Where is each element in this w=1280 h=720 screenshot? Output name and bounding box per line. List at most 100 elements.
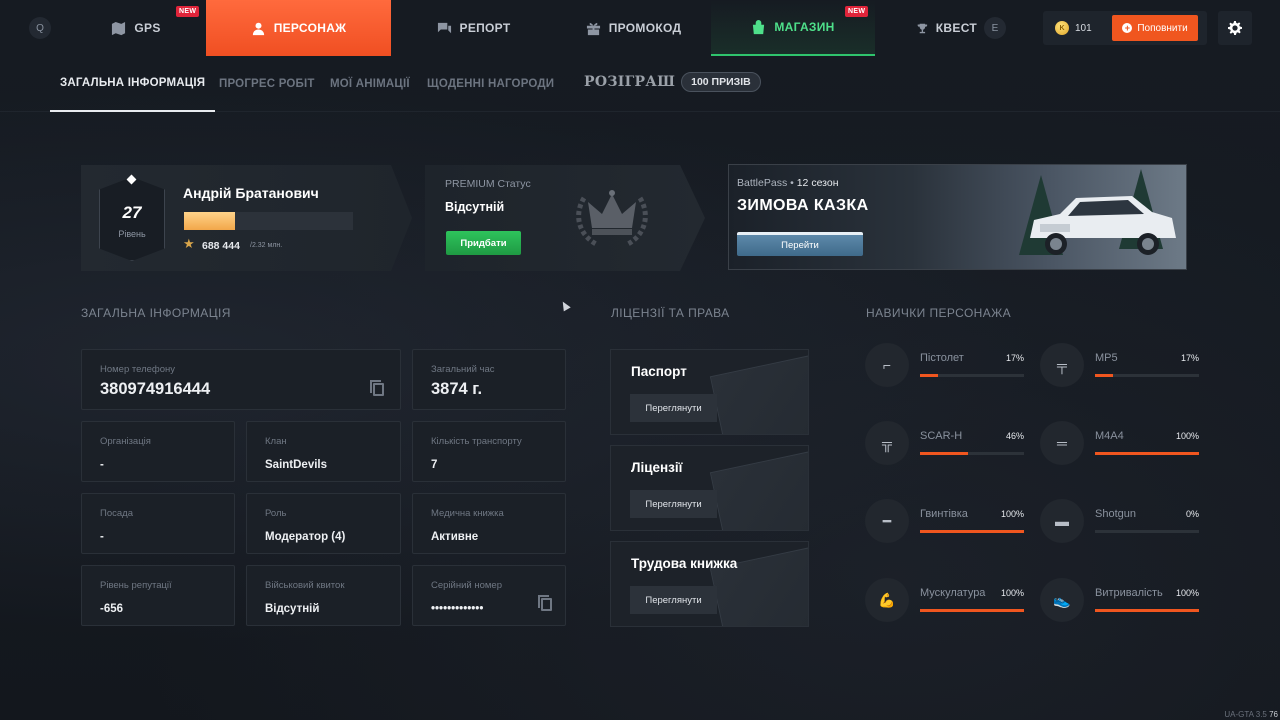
- tab-character-label: ПЕРСОНАЖ: [273, 21, 347, 35]
- level-value: 27: [122, 203, 142, 222]
- tab-promocode-label: ПРОМОКОД: [608, 21, 682, 35]
- tab-promocode[interactable]: ПРОМОКОД: [556, 0, 711, 56]
- clan-card: Клан SaintDevils: [246, 421, 401, 482]
- settings-button[interactable]: [1218, 11, 1252, 45]
- xp-value: 688 444: [202, 240, 240, 252]
- level-caption: Рівень: [118, 229, 146, 239]
- phone-card: Номер телефону 380974916444: [81, 349, 401, 410]
- battlepass-go-button[interactable]: Перейти: [737, 232, 863, 256]
- vehicles-label: Кількість транспорту: [431, 436, 522, 447]
- skill-name: Shotgun: [1095, 508, 1136, 520]
- total-time-value: 3874 г.: [431, 380, 483, 398]
- key-hint-e: E: [984, 17, 1006, 39]
- view-employment-book-button[interactable]: Переглянути: [630, 586, 717, 614]
- sniper-icon: ━: [865, 499, 909, 543]
- passport-title: Паспорт: [631, 364, 687, 379]
- skill-percent: 46%: [1005, 431, 1024, 441]
- military-value: Відсутній: [265, 603, 320, 615]
- tab-report-label: РЕПОРТ: [459, 21, 511, 35]
- skill-name: M4A4: [1095, 430, 1124, 442]
- tab-quests[interactable]: КВЕСТ: [905, 0, 977, 56]
- new-badge: NEW: [845, 6, 869, 17]
- skill-progress-bar: [1095, 374, 1199, 377]
- subtab-general-info[interactable]: ЗАГАЛЬНА ІНФОРМАЦІЯ: [50, 56, 216, 112]
- medbook-value: Активне: [431, 531, 479, 543]
- tab-shop[interactable]: МАГАЗИН NEW: [711, 0, 875, 56]
- skill-progress-bar: [920, 374, 1024, 377]
- tab-quests-label: КВЕСТ: [935, 21, 977, 35]
- organization-label: Організація: [100, 436, 151, 447]
- military-card: Військовий квиток Відсутній: [246, 565, 401, 626]
- muscle-icon: 💪: [865, 578, 909, 622]
- role-card: Роль Модератор (4): [246, 493, 401, 554]
- subtab-daily-rewards[interactable]: ЩОДЕННІ НАГОРОДИ: [427, 56, 554, 112]
- tab-gps[interactable]: GPS NEW: [66, 0, 206, 56]
- battlepass-title: ЗИМОВА КАЗКА: [737, 197, 869, 214]
- balance-box: K 101 + Поповнити: [1043, 11, 1207, 45]
- plus-icon: +: [1122, 23, 1133, 33]
- skill-progress-bar: [920, 530, 1024, 533]
- copy-icon[interactable]: [370, 380, 384, 396]
- shoe-icon: 👟: [1040, 578, 1084, 622]
- position-value: -: [100, 531, 104, 543]
- view-passport-button[interactable]: Переглянути: [630, 394, 717, 422]
- view-licenses-button[interactable]: Переглянути: [630, 490, 717, 518]
- skill-item: 👟 Витривалість 100%: [1040, 578, 1205, 628]
- reputation-value: -656: [100, 603, 124, 615]
- total-time-card: Загальний час 3874 г.: [412, 349, 566, 410]
- shopping-bag-icon: [753, 19, 765, 34]
- skill-name: Гвинтівка: [920, 508, 968, 520]
- xp-progress-bar: [184, 212, 353, 230]
- skill-percent: 100%: [1175, 588, 1199, 598]
- key-hint-q: Q: [29, 17, 51, 39]
- balance-value: 101: [1075, 22, 1092, 34]
- gear-icon: [1228, 21, 1242, 35]
- skill-percent: 100%: [1000, 509, 1024, 519]
- user-icon: [252, 22, 264, 35]
- skill-percent: 17%: [1005, 353, 1024, 363]
- shotgun-icon: ▬: [1040, 499, 1084, 543]
- serial-label: Серійний номер: [431, 580, 502, 591]
- top-navigation: Q GPS NEW ПЕРСОНАЖ РЕПОРТ ПРОМОКОД МАГАЗ…: [0, 0, 1280, 56]
- skill-item: ▬ Shotgun 0%: [1040, 499, 1205, 549]
- coin-icon: K: [1055, 21, 1069, 35]
- licenses-heading: ЛІЦЕНЗІЇ ТА ПРАВА: [611, 306, 730, 320]
- clan-label: Клан: [265, 436, 287, 447]
- skill-progress-bar: [1095, 609, 1199, 612]
- tab-gps-label: GPS: [134, 21, 161, 35]
- tab-report[interactable]: РЕПОРТ: [391, 0, 556, 56]
- crown-icon: [576, 190, 648, 247]
- organization-card: Організація -: [81, 421, 235, 482]
- medbook-label: Медична книжка: [431, 508, 504, 519]
- reputation-card: Рівень репутації -656: [81, 565, 235, 626]
- skill-percent: 100%: [1175, 431, 1199, 441]
- skill-progress-fill: [920, 374, 938, 377]
- organization-value: -: [100, 459, 104, 471]
- smg-icon: ╤: [1040, 343, 1084, 387]
- subtab-work-progress[interactable]: ПРОГРЕС РОБІТ: [219, 56, 315, 112]
- skill-name: Пістолет: [920, 352, 964, 364]
- battlepass-season: 12 сезон: [796, 177, 839, 189]
- licenses-title: Ліцензії: [631, 460, 683, 475]
- skill-item: 💪 Мускулатура 100%: [865, 578, 1030, 628]
- skill-progress-fill: [1095, 452, 1199, 455]
- serial-value: •••••••••••••: [431, 603, 484, 615]
- role-value: Модератор (4): [265, 531, 346, 543]
- buy-premium-button[interactable]: Придбати: [446, 231, 521, 255]
- skill-percent: 17%: [1180, 353, 1199, 363]
- player-name: Андрій Братанович: [183, 185, 319, 201]
- pistol-icon: ⌐: [865, 343, 909, 387]
- top-up-button[interactable]: + Поповнити: [1112, 15, 1198, 41]
- car-image: [1030, 196, 1176, 255]
- star-icon: ★: [183, 236, 195, 251]
- premium-label: PREMIUM Статус: [445, 178, 531, 190]
- clan-value: SaintDevils: [265, 459, 327, 471]
- serial-card: Серійний номер •••••••••••••: [412, 565, 566, 626]
- tab-character[interactable]: ПЕРСОНАЖ: [206, 0, 391, 56]
- raffle-banner[interactable]: РОЗІГРАШ 100 ПРИЗІВ: [584, 72, 761, 92]
- subtab-my-animations[interactable]: МОЇ АНІМАЦІЇ: [330, 56, 410, 112]
- medbook-card: Медична книжка Активне: [412, 493, 566, 554]
- skill-item: ╦ SCAR-H 46%: [865, 421, 1030, 471]
- reputation-label: Рівень репутації: [100, 580, 172, 591]
- copy-icon[interactable]: [538, 595, 552, 611]
